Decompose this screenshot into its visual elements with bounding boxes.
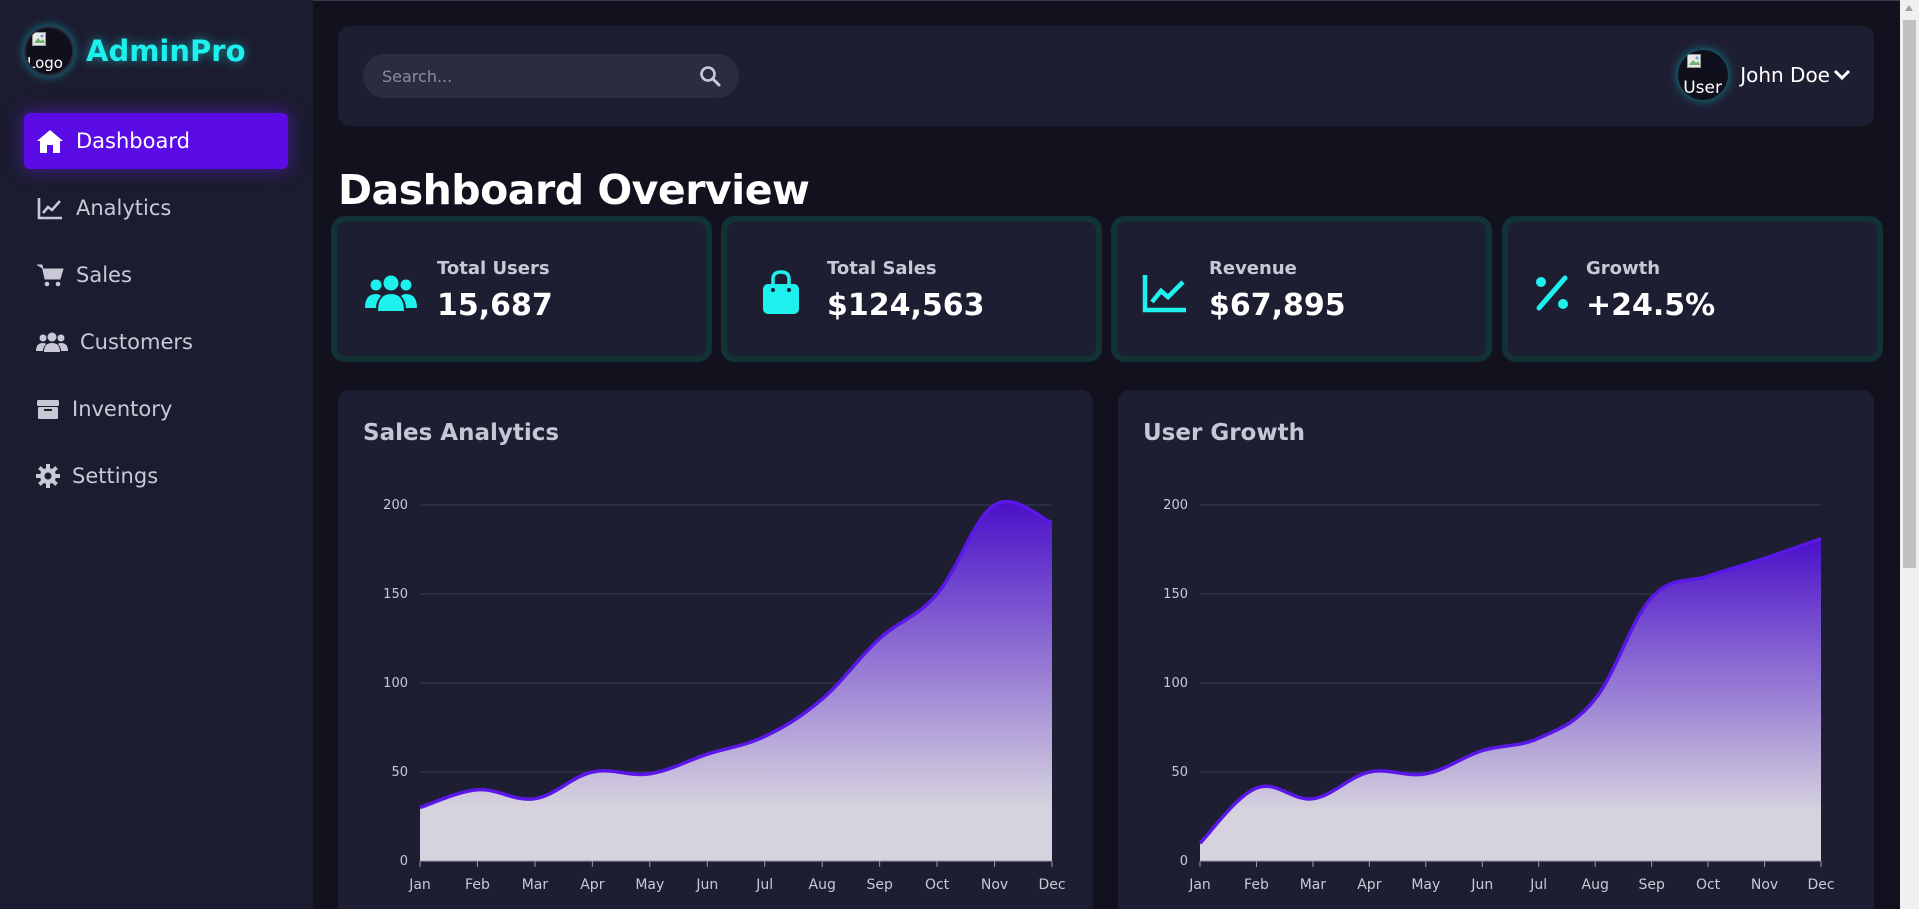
page-title: Dashboard Overview: [338, 166, 810, 214]
scroll-up-arrow-icon[interactable]: [1905, 5, 1913, 11]
sidebar-item-sales[interactable]: Sales: [24, 247, 288, 303]
y-tick-label: 0: [400, 854, 408, 869]
y-tick-label: 0: [1180, 854, 1188, 869]
avatar[interactable]: User: [1678, 50, 1729, 100]
y-tick-label: 200: [1163, 498, 1188, 513]
sidebar-item-settings[interactable]: Settings: [24, 448, 288, 504]
brand-name: AdminPro: [86, 34, 246, 68]
broken-image-icon: [1687, 54, 1702, 68]
stat-label: Total Users: [437, 258, 550, 279]
search-icon[interactable]: [699, 65, 721, 87]
users-icon: [36, 328, 68, 356]
stat-label: Total Sales: [827, 258, 937, 279]
stat-card-growth: Growth +24.5%: [1502, 216, 1883, 362]
shopping-bag-icon: [755, 270, 807, 316]
stat-value: $67,895: [1209, 288, 1346, 323]
user-growth-panel: User Growth 0 50 100 150 200 Jan Feb Mar Apr May J…: [1118, 390, 1874, 909]
x-tick-label: Feb: [465, 877, 490, 893]
y-tick-label: 100: [1163, 676, 1188, 691]
x-tick-label: Apr: [1357, 877, 1381, 893]
y-tick-label: 50: [391, 765, 408, 780]
x-tick-label: Feb: [1244, 877, 1269, 893]
x-tick-label: Oct: [1696, 877, 1721, 893]
x-tick-label: Jan: [1188, 877, 1211, 893]
stat-value: $124,563: [827, 288, 985, 323]
stat-card-revenue: Revenue $67,895: [1111, 216, 1492, 362]
app-window: Logo AdminPro Dashboard Analytics Sales …: [0, 0, 1919, 909]
stat-value: 15,687: [437, 288, 553, 323]
y-tick-label: 200: [383, 498, 408, 513]
search-box: [363, 54, 739, 98]
top-bar: User John Doe: [338, 26, 1874, 126]
x-tick-label: Oct: [925, 877, 950, 893]
x-tick-label: Jun: [1470, 877, 1493, 893]
x-tick-label: Sep: [866, 877, 893, 893]
sales-analytics-chart: 0 50 100 150 200 Jan Feb Mar Apr May Jun Jul Aug Sep O…: [383, 498, 1065, 893]
stat-label: Growth: [1586, 258, 1661, 279]
percent-icon: [1526, 270, 1578, 316]
stat-card-total-sales: Total Sales $124,563: [721, 216, 1102, 362]
chart-line-icon: [1139, 270, 1191, 316]
y-tick-label: 150: [383, 587, 408, 602]
x-tick-label: Dec: [1807, 877, 1834, 893]
broken-image-icon: [32, 32, 46, 46]
sales-analytics-panel: Sales Analytics 0 50 100 150 200 Jan Feb Mar Apr…: [338, 390, 1093, 909]
y-tick-label: 150: [1163, 587, 1188, 602]
stat-label: Revenue: [1209, 258, 1297, 279]
box-icon: [36, 395, 60, 423]
search-input[interactable]: [363, 66, 683, 86]
y-tick-label: 50: [1171, 765, 1188, 780]
avatar-alt-text: User: [1683, 78, 1722, 98]
sidebar-item-dashboard[interactable]: Dashboard: [24, 113, 288, 169]
sidebar-item-label: Inventory: [72, 397, 173, 421]
x-tick-label: Nov: [1751, 877, 1778, 893]
sidebar-item-inventory[interactable]: Inventory: [24, 381, 288, 437]
x-tick-label: Sep: [1638, 877, 1665, 893]
x-tick-label: Apr: [580, 877, 604, 893]
vertical-scrollbar[interactable]: [1900, 0, 1919, 909]
sidebar-item-label: Analytics: [76, 196, 172, 220]
sidebar-item-label: Sales: [76, 263, 132, 287]
user-name[interactable]: John Doe: [1740, 63, 1830, 87]
chart-line-icon: [36, 194, 64, 222]
x-tick-label: May: [635, 877, 664, 893]
logo-image: Logo: [24, 26, 74, 76]
cart-icon: [36, 261, 64, 289]
stat-card-total-users: Total Users 15,687: [331, 216, 712, 362]
brand[interactable]: Logo AdminPro: [24, 26, 246, 76]
x-tick-label: Nov: [981, 877, 1008, 893]
area-fill: [1200, 538, 1821, 861]
x-tick-label: Dec: [1038, 877, 1065, 893]
area-fill: [420, 501, 1052, 861]
x-tick-label: May: [1411, 877, 1440, 893]
y-tick-label: 100: [383, 676, 408, 691]
stat-value: +24.5%: [1586, 288, 1716, 323]
user-menu[interactable]: User John Doe: [1678, 50, 1852, 100]
sidebar-item-label: Dashboard: [76, 129, 190, 153]
logo-alt-text: Logo: [27, 54, 63, 72]
sidebar: Logo AdminPro Dashboard Analytics Sales …: [0, 0, 313, 909]
x-tick-label: Mar: [522, 877, 549, 893]
sidebar-nav: Dashboard Analytics Sales Customers Inve…: [24, 113, 288, 515]
x-tick-label: Aug: [809, 877, 836, 893]
x-tick-label: Aug: [1582, 877, 1609, 893]
x-tick-label: Jul: [755, 877, 773, 893]
chevron-down-icon[interactable]: [1832, 68, 1852, 82]
x-tick-label: Mar: [1300, 877, 1327, 893]
x-tick-label: Jun: [695, 877, 718, 893]
x-tick-label: Jan: [408, 877, 431, 893]
sidebar-item-label: Settings: [72, 464, 159, 488]
x-tick-label: Jul: [1529, 877, 1547, 893]
sidebar-item-customers[interactable]: Customers: [24, 314, 288, 370]
gear-icon: [36, 462, 60, 490]
scrollbar-thumb[interactable]: [1903, 20, 1916, 568]
home-icon: [36, 127, 64, 155]
user-growth-chart: 0 50 100 150 200 Jan Feb Mar Apr May Jun Jul Aug Sep O…: [1163, 498, 1834, 893]
users-icon: [365, 270, 417, 316]
sidebar-item-label: Customers: [80, 330, 193, 354]
sidebar-item-analytics[interactable]: Analytics: [24, 180, 288, 236]
